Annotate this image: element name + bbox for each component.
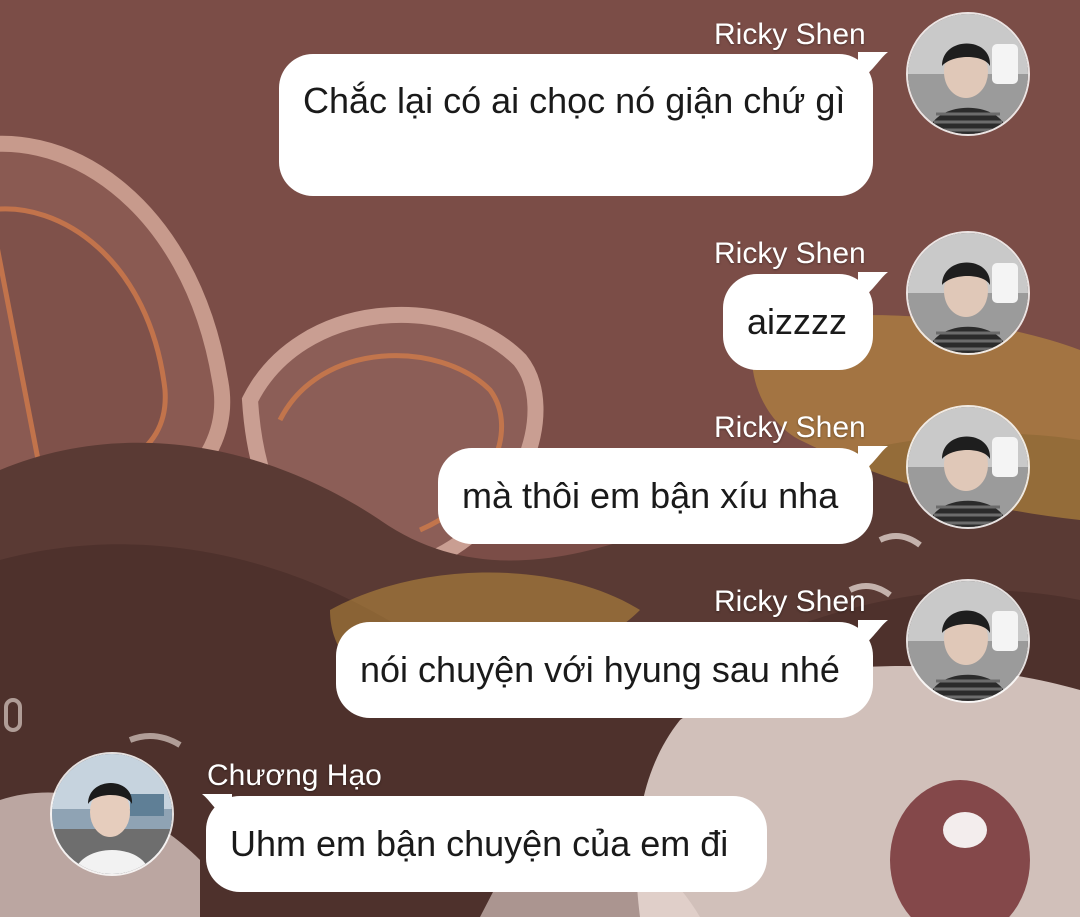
- sender-name: Ricky Shen: [714, 18, 866, 51]
- message-text: aizzzz: [747, 301, 848, 342]
- sender-name: Chương Hạo: [207, 759, 382, 792]
- sender-name: Ricky Shen: [714, 411, 866, 444]
- sender-avatar[interactable]: [906, 231, 1030, 355]
- avatar-photo-icon: [52, 754, 172, 874]
- sender-avatar[interactable]: [906, 579, 1030, 703]
- sender-avatar[interactable]: [906, 12, 1030, 136]
- sender-avatar[interactable]: [906, 405, 1030, 529]
- message-bubble[interactable]: mà thôi em bận xíu nha: [438, 448, 873, 544]
- message-text: Uhm em bận chuyện của em đi: [230, 823, 729, 864]
- avatar-photo-icon: [908, 14, 1028, 134]
- sender-avatar[interactable]: [50, 752, 174, 876]
- avatar-photo-icon: [908, 407, 1028, 527]
- message-bubble[interactable]: nói chuyện với hyung sau nhé: [336, 622, 873, 718]
- message-text: nói chuyện với hyung sau nhé: [360, 649, 840, 690]
- message-text: mà thôi em bận xíu nha: [462, 475, 839, 516]
- message-bubble[interactable]: aizzzz: [723, 274, 873, 370]
- message-bubble[interactable]: Uhm em bận chuyện của em đi: [206, 796, 767, 892]
- sender-name: Ricky Shen: [714, 585, 866, 618]
- message-bubble[interactable]: Chắc lại có ai chọc nó giận chứ gì: [279, 54, 873, 196]
- message-text: Chắc lại có ai chọc nó giận chứ gì: [303, 80, 846, 121]
- sender-name: Ricky Shen: [714, 237, 866, 270]
- avatar-photo-icon: [908, 233, 1028, 353]
- avatar-photo-icon: [908, 581, 1028, 701]
